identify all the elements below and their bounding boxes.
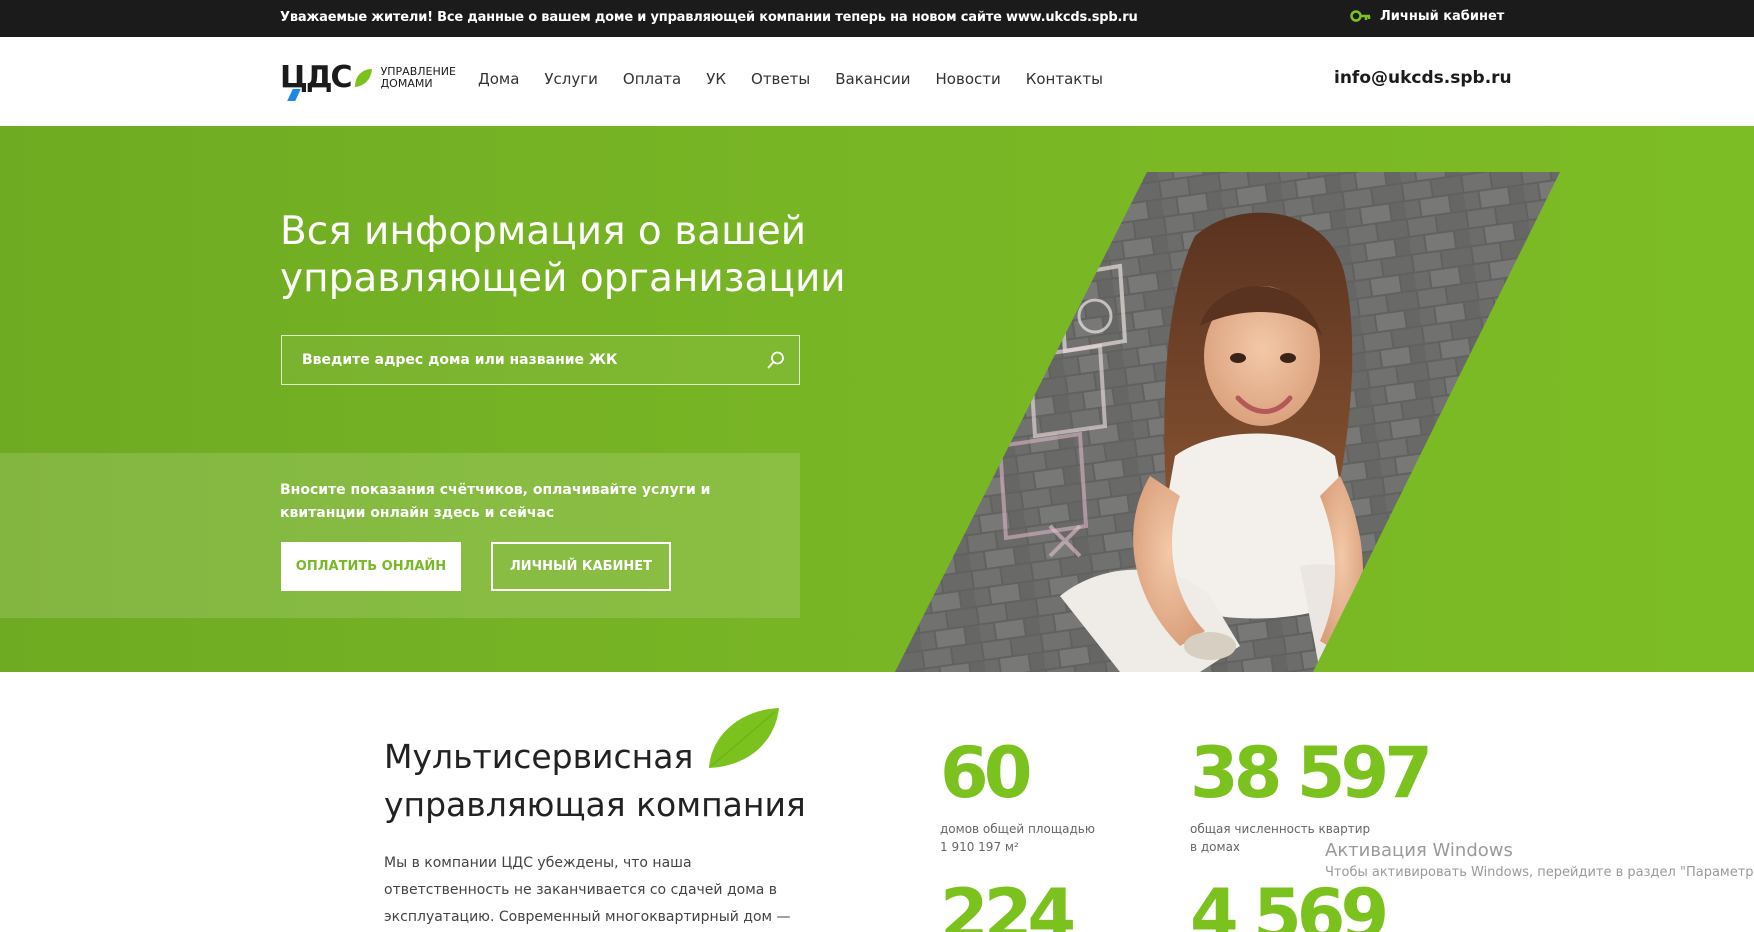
nav-item-services[interactable]: Услуги [544,70,597,88]
main-nav: Дома Услуги Оплата УК Ответы Вакансии Но… [478,70,1128,88]
watermark-title: Активация Windows [1325,840,1513,861]
nav-item-uk[interactable]: УК [706,70,726,88]
header-email-link[interactable]: info@ukcds.spb.ru [1334,68,1512,88]
hero-title: Вся информация о вашей управляющей орган… [280,209,846,301]
personal-cabinet-link[interactable]: Личный кабинет [1350,8,1504,24]
watermark-subtitle: Чтобы активировать Windows, перейдите в … [1325,865,1754,880]
site-header: ЦДС Управление домами Дома Услуги Оплата… [0,37,1754,126]
personal-cabinet-label: Личный кабинет [1380,8,1505,24]
stat-fourth: 4 569 [1190,874,1389,932]
personal-cabinet-button[interactable]: Личный кабинет [491,542,671,591]
announcement-bar: Уважаемые жители! Все данные о вашем дом… [0,0,1754,37]
company-description: Мы в компании ЦДС убеждены, что наша отв… [384,855,791,925]
logo-caption: Управление домами [380,65,456,90]
online-payment-promo: Вносите показания счётчиков, оплачивайте… [0,453,800,618]
pay-online-button[interactable]: Оплатить онлайн [281,542,461,591]
leaf-icon [354,69,372,87]
announcement-text: Уважаемые жители! Все данные о вашем дом… [280,10,1138,25]
site-logo[interactable]: ЦДС Управление домами [280,63,456,101]
key-icon [1350,10,1371,22]
hero-section: Вся информация о вашей управляющей орган… [0,126,1754,672]
promo-text: Вносите показания счётчиков, оплачивайте… [280,482,711,521]
stat-apartments: 38 597 общая численность квартир в домах [1190,732,1433,856]
logo-mark: ЦДС [280,63,353,101]
address-search-input[interactable] [302,336,742,384]
stat-number: 38 597 [1190,732,1433,814]
stat-number: 60 [940,732,1032,814]
nav-item-answers[interactable]: Ответы [751,70,810,88]
leaf-icon [709,708,779,768]
nav-item-payment[interactable]: Оплата [623,70,681,88]
nav-item-contacts[interactable]: Контакты [1026,70,1103,88]
stat-third: 224 [940,874,1076,932]
windows-activation-watermark: Активация Windows Чтобы активировать Win… [1325,840,1754,880]
stat-number: 4 569 [1190,874,1389,932]
stat-label: домов общей площадью 1 910 197 м² [940,822,1095,854]
address-search [281,335,800,385]
nav-item-vacancies[interactable]: Вакансии [835,70,910,88]
stat-houses: 60 домов общей площадью 1 910 197 м² [940,738,1095,856]
search-icon[interactable] [767,351,785,369]
stat-number: 224 [940,874,1076,932]
nav-item-houses[interactable]: Дома [478,70,519,88]
nav-item-news[interactable]: Новости [936,70,1001,88]
